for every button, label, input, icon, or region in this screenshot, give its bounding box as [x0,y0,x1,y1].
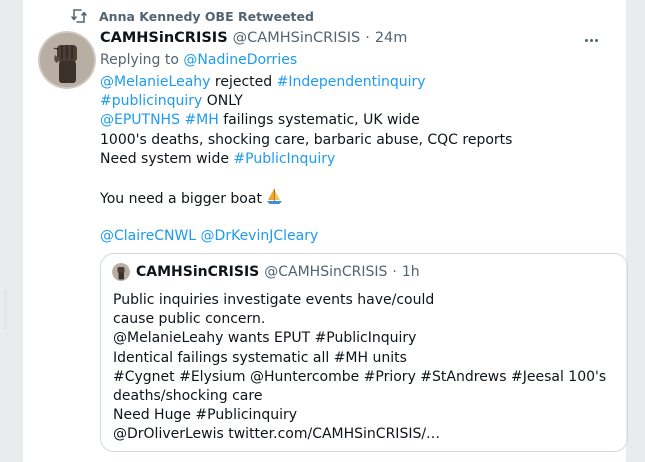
quote-line: Identical failings systematic all #MH un… [113,349,407,366]
quote-line: @DrOliverLewis twitter.com/CAMHSinCRISIS… [113,426,441,443]
quote-line: @MelanieLeahy wants EPUT #PublicInquiry [113,330,417,347]
quote-line: cause public concern. [113,311,266,328]
mention-link[interactable]: @ClaireCNWL [100,228,196,244]
reply-mention[interactable]: @NadineDorries [183,52,297,68]
hashtag-link[interactable]: #PublicInquiry [233,151,335,167]
tweet-header: CAMHSinCRISIS @CAMHSinCRISIS · 24m [100,30,610,50]
body-line-5: Need system wide #PublicInquiry [100,150,610,169]
body-text: ONLY [202,93,243,110]
fist-avatar [38,31,96,89]
mention-link[interactable]: @MelanieLeahy [100,74,210,90]
quoted-tweet[interactable]: CAMHSinCRISIS @CAMHSinCRISIS · 1h Public… [100,253,628,452]
quote-body: Public inquiries investigate events have… [113,291,613,445]
body-line-4: 1000's deaths, shocking care, barbaric a… [100,131,513,148]
tweet-card[interactable]: Anna Kennedy OBE Retweeted CAMHSinCRISIS… [22,0,628,462]
body-line-6: You need a bigger boat [100,188,610,207]
tweet-content: CAMHSinCRISIS @CAMHSinCRISIS · 24m Reply… [100,30,610,246]
retweet-icon [71,8,87,24]
retweet-context: Anna Kennedy OBE Retweeted [71,6,314,26]
sailboat-emoji [266,188,283,211]
quote-line: Public inquiries investigate events have… [113,292,435,308]
quote-author-handle: @CAMHSinCRISIS [264,264,388,280]
mention-link[interactable]: @DrKevinJCleary [201,228,319,244]
quote-line: deaths/shocking care [113,387,263,404]
hashtag-link[interactable]: #Independentinquiry [277,74,426,90]
body-line-2: #publicinquiry ONLY [100,92,610,111]
body-line-1: @MelanieLeahy rejected #Independentinqui… [100,73,610,92]
hashtag-link[interactable]: #MH [184,112,218,128]
quote-time: 1h [401,264,420,280]
body-text: rejected [210,74,277,90]
author-avatar[interactable] [38,31,96,89]
quote-author-name: CAMHSinCRISIS [136,264,260,280]
body-text: Need system wide [100,150,234,167]
quote-line: #Cygnet #Elysium @Huntercombe #Priory #S… [113,368,607,385]
separator: · [392,264,397,280]
body-text: failings systematic, UK wide [218,112,420,129]
replying-to: Replying to @NadineDorries [100,52,610,71]
author-handle[interactable]: @CAMHSinCRISIS [233,30,361,46]
quote-line: Need Huge #Publicinquiry [113,407,298,424]
body-line-7: @ClaireCNWL @DrKevinJCleary [100,227,610,246]
quote-avatar [112,263,130,281]
quote-header: CAMHSinCRISIS @CAMHSinCRISIS · 1h [112,263,420,281]
reply-prefix: Replying to [100,52,179,68]
tweet-time[interactable]: 24m [375,30,408,46]
body-line-3: @EPUTNHS #MH failings systematic, UK wid… [100,111,610,130]
retweeter-link[interactable]: Anna Kennedy OBE Retweeted [99,9,314,24]
body-text: You need a bigger boat [100,191,262,208]
scroll-indicator [4,290,7,330]
mention-link[interactable]: @EPUTNHS [100,112,180,128]
tweet-body: @MelanieLeahy rejected #Independentinqui… [100,73,610,246]
separator: · [365,30,370,46]
author-name[interactable]: CAMHSinCRISIS [100,30,228,46]
more-icon[interactable] [580,32,602,48]
hashtag-link[interactable]: #publicinquiry [100,93,202,109]
